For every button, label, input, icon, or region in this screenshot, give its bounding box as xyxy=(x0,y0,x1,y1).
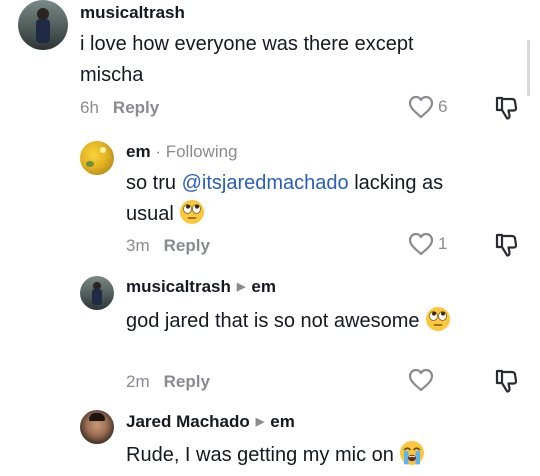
heart-outline-icon xyxy=(408,368,434,392)
avatar[interactable] xyxy=(18,0,68,50)
like-count: 6 xyxy=(438,97,448,116)
reply-em: em · Following so tru @itsjaredmachado l… xyxy=(0,130,540,265)
loudly-crying-face-icon xyxy=(399,440,425,466)
username-text[interactable]: Jared Machado xyxy=(126,412,250,431)
comment-text: i love how everyone was there except mis… xyxy=(80,33,414,86)
comment-username[interactable]: em · Following xyxy=(126,142,238,162)
avatar[interactable] xyxy=(80,141,114,175)
face-with-rolling-eyes-icon xyxy=(179,199,205,225)
caret-right-icon: ▶ xyxy=(255,416,265,428)
comment-time: 2m xyxy=(126,372,150,391)
like-count: 1 xyxy=(438,234,448,253)
thumbs-down-icon xyxy=(495,96,518,120)
comment-time: 3m xyxy=(126,236,150,255)
reply-button[interactable]: Reply xyxy=(113,98,159,117)
avatar[interactable] xyxy=(80,276,114,310)
comment-meta: 6h Reply xyxy=(80,98,159,118)
face-with-rolling-eyes-icon xyxy=(425,306,451,332)
comment-username[interactable]: musicaltrash ▶ em xyxy=(126,277,276,297)
avatar[interactable] xyxy=(80,410,114,444)
comment-musicaltrash: musicaltrash i love how everyone was the… xyxy=(0,0,540,130)
comment-text: god jared that is so not awesome xyxy=(126,306,506,337)
comment-username[interactable]: musicaltrash xyxy=(80,3,185,23)
like-button[interactable]: 6 xyxy=(408,95,447,119)
comment-text: Rude, I was getting my mic on xyxy=(126,440,506,471)
username-text[interactable]: em xyxy=(126,142,151,161)
reply-button[interactable]: Reply xyxy=(164,236,210,255)
comment-username[interactable]: Jared Machado ▶ em xyxy=(126,412,295,432)
like-button[interactable]: 1 xyxy=(408,232,447,256)
reply-jared-machado: Jared Machado ▶ em Rude, I was getting my … xyxy=(0,400,540,474)
caret-right-icon: ▶ xyxy=(236,281,246,293)
reply-button[interactable]: Reply xyxy=(164,372,210,391)
reply-musicaltrash: musicaltrash ▶ em god jared that is so not… xyxy=(0,265,540,400)
comment-text: so tru @itsjaredmachado lacking as usual xyxy=(126,172,444,225)
reply-to-username[interactable]: em xyxy=(251,277,276,296)
heart-outline-icon xyxy=(408,232,434,256)
comment-meta: 2m Reply xyxy=(126,372,210,392)
comment-meta: 3m Reply xyxy=(126,236,210,256)
thumbs-down-icon xyxy=(495,369,518,393)
like-button[interactable] xyxy=(408,368,438,392)
heart-outline-icon xyxy=(408,95,434,119)
dislike-button[interactable] xyxy=(494,232,518,263)
thumbs-down-icon xyxy=(495,233,518,257)
reply-to-username[interactable]: em xyxy=(270,412,295,431)
dislike-button[interactable] xyxy=(494,368,518,399)
dislike-button[interactable] xyxy=(494,95,518,126)
comment-time: 6h xyxy=(80,98,99,117)
mention-link[interactable]: @itsjaredmachado xyxy=(182,172,349,194)
following-label: · Following xyxy=(155,142,238,161)
username-text[interactable]: musicaltrash xyxy=(126,277,231,296)
